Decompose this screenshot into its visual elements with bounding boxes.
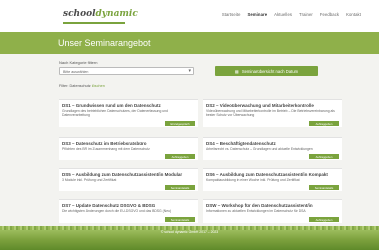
seminar-card-dsw[interactable]: DSW – Workshop für den Datenschutzassist… — [203, 199, 342, 223]
seminar-card-ds1[interactable]: DS1 – Grundwissen rund um den Datenschut… — [59, 99, 198, 127]
seminar-card-button[interactable]: Seminardetails — [165, 185, 195, 190]
seminar-card-button[interactable]: Seminardetails — [165, 217, 195, 222]
nav-startseite[interactable]: Startseite — [222, 12, 241, 17]
seminar-card-description: Grundlagen des betrieblichen Datenschutz… — [62, 109, 168, 117]
seminar-card-button[interactable]: Auftraggeben — [309, 121, 339, 126]
seminar-card-title: DS5 – Ausbildung zum Datenschutzassisten… — [62, 172, 183, 177]
seminar-card-description: Videoüberwachung und Mitarbeiterkontroll… — [206, 109, 335, 117]
seminar-card-title: DS4 – Beschäftigtendatenschutz — [206, 141, 276, 146]
seminar-card-button[interactable]: Auftraggeben — [309, 154, 339, 159]
logo-text-school: school — [63, 9, 96, 19]
nav-kontakt[interactable]: Kontakt — [346, 12, 361, 17]
seminar-card-ds6[interactable]: DS6 – Ausbildung zum Datenschutzassisten… — [203, 168, 342, 191]
nav-trainer[interactable]: Trainer — [299, 12, 313, 17]
seminar-overview-by-date-button[interactable]: ▦ Seminarübersicht nach Datum — [215, 66, 318, 76]
seminar-card-ds4[interactable]: DS4 – Beschäftigtendatenschutz Arbeitsre… — [203, 137, 342, 160]
site-header: school dynamic Startseite Seminare Aktue… — [0, 0, 379, 32]
footer-copyright: © school dynamic GmbH 2017 – 2023 — [160, 230, 219, 234]
seminar-card-title: DS2 – Videoüberwachung und Mitarbeiterko… — [206, 103, 314, 108]
seminar-card-description: Die wichtigsten Änderungen durch die EU-… — [62, 209, 172, 213]
seminar-card-ds5[interactable]: DS5 – Ausbildung zum Datenschutzassisten… — [59, 168, 198, 191]
seminar-card-title: DS3 – Datenschutz im Betriebsratsbüro — [62, 141, 147, 146]
seminar-card-description: Pflichten des BR im Zusammenhang mit dem… — [62, 147, 150, 151]
nav-seminare[interactable]: Seminare — [248, 12, 268, 17]
seminar-card-title: DS7 – Update Datenschutz DSGVO & BDSG — [62, 203, 156, 208]
seminar-card-button[interactable]: Auftraggeben — [165, 154, 195, 159]
page-title: Unser Seminarangebot — [58, 38, 151, 48]
seminar-card-description: Kompaktausbildung in einer Woche inkl. P… — [206, 178, 300, 182]
page-banner — [0, 32, 379, 54]
active-filter-text: Filter: Datenschutz — [59, 84, 91, 88]
site-logo[interactable]: school dynamic — [63, 9, 138, 23]
seminar-overview-button-label: Seminarübersicht nach Datum — [241, 68, 299, 74]
page: school dynamic Startseite Seminare Aktue… — [0, 0, 379, 250]
nav-aktuelles[interactable]: Aktuelles — [274, 12, 292, 17]
category-filter-label: Nach Kategorie filtern — [59, 60, 98, 65]
filter-reset-link[interactable]: löschen — [92, 84, 105, 88]
seminar-card-title: DS6 – Ausbildung zum Datenschutzassisten… — [206, 172, 328, 177]
seminar-card-title: DS1 – Grundwissen rund um den Datenschut… — [62, 103, 161, 108]
chevron-down-icon: ▾ — [188, 68, 191, 74]
category-select[interactable]: Bitte auswählen ▾ — [59, 67, 194, 75]
seminar-card-button[interactable]: Auftraggeben — [309, 217, 339, 222]
seminar-card-ds3[interactable]: DS3 – Datenschutz im Betriebsratsbüro Pf… — [59, 137, 198, 160]
main-nav: Startseite Seminare Aktuelles Trainer Fe… — [222, 12, 361, 17]
seminar-card-description: Arbeitsrecht vs. Datenschutz – Grundlage… — [206, 147, 313, 151]
seminar-card-description: Informationen zu aktuellen Entwicklungen… — [206, 209, 306, 213]
seminar-card-ds7[interactable]: DS7 – Update Datenschutz DSGVO & BDSG Di… — [59, 199, 198, 223]
category-select-value: Bitte auswählen — [63, 69, 89, 74]
logo-text-dynamic: dynamic — [95, 9, 138, 19]
seminar-card-title: DSW – Workshop für den Datenschutzassist… — [206, 203, 313, 208]
calendar-icon: ▦ — [234, 68, 239, 74]
seminar-card-ds2[interactable]: DS2 – Videoüberwachung und Mitarbeiterko… — [203, 99, 342, 127]
seminar-card-description: 3 Module inkl. Prüfung und Zertifikat — [62, 178, 117, 182]
logo-underline — [63, 22, 125, 24]
seminar-card-button[interactable]: Seminardetails — [309, 185, 339, 190]
nav-feedback[interactable]: Feedback — [320, 12, 339, 17]
active-filter: Filter: Datenschutz löschen — [59, 84, 105, 88]
seminar-card-button[interactable]: Einzelgespräch — [165, 121, 195, 126]
